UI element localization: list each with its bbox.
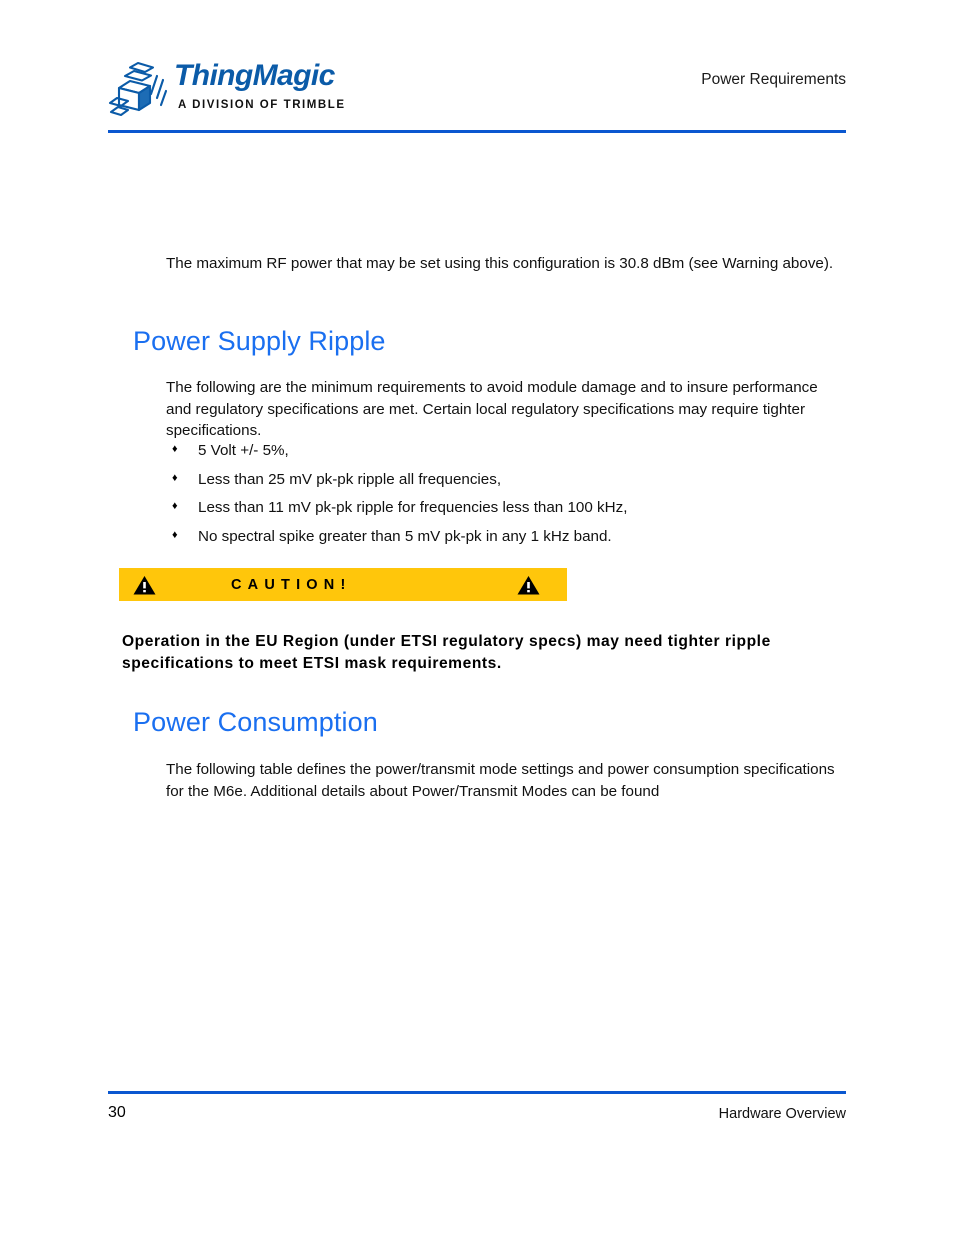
footer-divider-rule: [108, 1091, 846, 1094]
ripple-requirements-list: ♦ 5 Volt +/- 5%, ♦ Less than 25 mV pk-pk…: [166, 441, 846, 555]
thingmagic-logo: ThingMagic A DIVISION OF TRIMBLE: [108, 58, 344, 128]
warning-triangle-icon: [517, 575, 540, 595]
thingmagic-tagline: A DIVISION OF TRIMBLE: [178, 99, 346, 111]
list-item: ♦ 5 Volt +/- 5%,: [166, 441, 846, 460]
header-divider-rule: [108, 130, 846, 133]
diamond-bullet-icon: ♦: [172, 471, 178, 484]
running-header-title: Power Requirements: [701, 71, 846, 88]
list-item: ♦ No spectral spike greater than 5 mV pk…: [166, 527, 846, 546]
footer-page-number: 30: [108, 1104, 126, 1121]
caution-label: CAUTION!: [231, 576, 352, 593]
document-page: ThingMagic A DIVISION OF TRIMBLE Power R…: [0, 0, 954, 1235]
heading-power-consumption: Power Consumption: [133, 707, 378, 738]
list-item-label: Less than 11 mV pk-pk ripple for frequen…: [198, 499, 628, 516]
caution-banner: CAUTION!: [119, 568, 567, 601]
list-item: ♦ Less than 25 mV pk-pk ripple all frequ…: [166, 470, 846, 489]
list-item-label: 5 Volt +/- 5%,: [198, 442, 289, 459]
thingmagic-wordmark: ThingMagic: [174, 59, 335, 92]
diamond-bullet-icon: ♦: [172, 528, 178, 541]
intro-paragraph: The maximum RF power that may be set usi…: [166, 255, 834, 273]
list-item: ♦ Less than 11 mV pk-pk ripple for frequ…: [166, 498, 846, 517]
page-header: ThingMagic A DIVISION OF TRIMBLE Power R…: [108, 55, 846, 135]
list-item-label: Less than 25 mV pk-pk ripple all frequen…: [198, 470, 502, 488]
power-consumption-paragraph: The following table defines the power/tr…: [166, 761, 835, 800]
diamond-bullet-icon: ♦: [172, 443, 178, 455]
power-supply-ripple-paragraph: The following are the minimum requiremen…: [166, 379, 818, 440]
list-item-label: No spectral spike greater than 5 mV pk-p…: [198, 527, 612, 545]
caution-body-text: Operation in the EU Region (under ETSI r…: [122, 632, 771, 672]
warning-triangle-icon: [133, 575, 156, 595]
diamond-bullet-icon: ♦: [172, 500, 178, 512]
heading-power-supply-ripple: Power Supply Ripple: [133, 326, 386, 357]
footer-section-title: Hardware Overview: [718, 1106, 846, 1122]
thingmagic-cube-icon: [108, 60, 170, 122]
